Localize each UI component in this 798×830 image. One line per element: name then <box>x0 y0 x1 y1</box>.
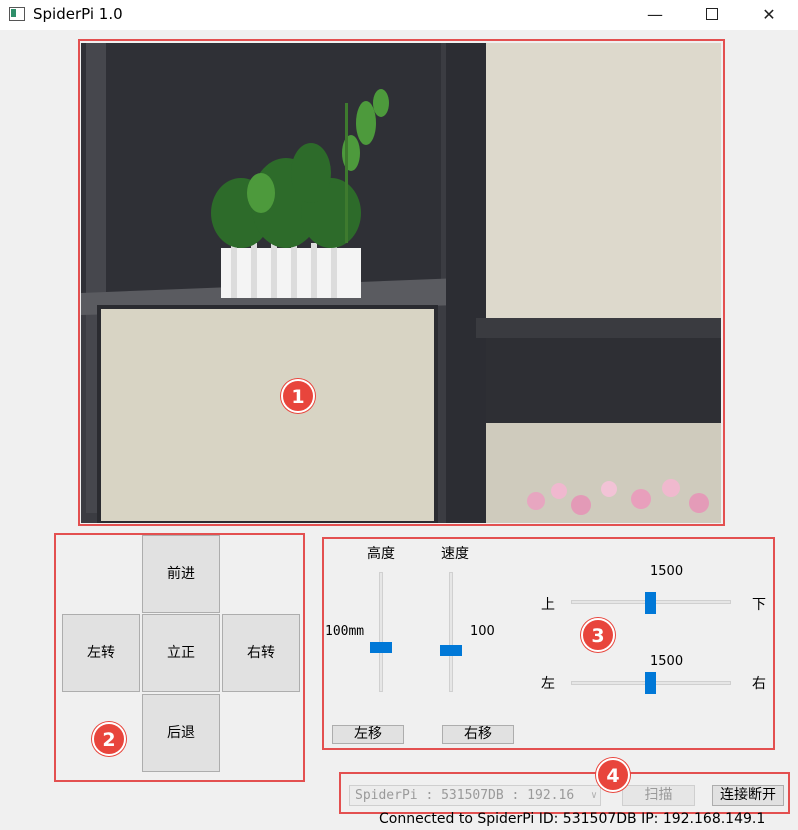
forward-button[interactable]: 前进 <box>142 535 220 613</box>
backward-button[interactable]: 后退 <box>142 694 220 772</box>
device-select-value: SpiderPi : 531507DB : 192.16 <box>355 788 575 803</box>
app-icon <box>9 7 25 21</box>
vertical-max-label: 下 <box>752 597 766 613</box>
speed-slider-track[interactable] <box>449 572 453 692</box>
turn-right-button[interactable]: 右转 <box>222 614 300 692</box>
shift-left-button[interactable]: 左移 <box>332 725 404 744</box>
minimize-button[interactable]: — <box>632 0 678 30</box>
chevron-down-icon: ∨ <box>590 790 597 801</box>
camera-badge: 1 <box>281 379 315 413</box>
vertical-min-label: 上 <box>541 597 555 613</box>
height-slider-track[interactable] <box>379 572 383 692</box>
maximize-button[interactable] <box>689 0 735 30</box>
horizontal-max-label: 右 <box>752 676 766 692</box>
device-select[interactable]: SpiderPi : 531507DB : 192.16 ∨ <box>349 785 601 806</box>
speed-value: 100 <box>470 624 495 639</box>
horizontal-servo-value: 1500 <box>650 654 684 669</box>
shift-right-button[interactable]: 右移 <box>442 725 514 744</box>
horizontal-min-label: 左 <box>541 676 555 692</box>
close-icon: ✕ <box>762 5 776 24</box>
height-label: 高度 <box>367 546 395 562</box>
minimize-icon: — <box>647 5 663 24</box>
height-value: 100mm <box>325 624 365 639</box>
connection-status: Connected to SpiderPi ID: 531507DB IP: 1… <box>379 811 766 827</box>
speed-slider-handle[interactable] <box>440 645 462 656</box>
connect-disconnect-button[interactable]: 连接断开 <box>712 785 784 806</box>
scan-button[interactable]: 扫描 <box>622 785 695 806</box>
stand-button[interactable]: 立正 <box>142 614 220 692</box>
height-slider-handle[interactable] <box>370 642 392 653</box>
speed-label: 速度 <box>441 546 469 562</box>
maximize-icon <box>706 8 718 20</box>
connection-badge: 4 <box>596 758 630 792</box>
close-button[interactable]: ✕ <box>746 0 792 30</box>
vertical-servo-value: 1500 <box>650 564 684 579</box>
sliders-badge: 3 <box>581 618 615 652</box>
turn-left-button[interactable]: 左转 <box>62 614 140 692</box>
camera-view-annotation <box>78 39 725 526</box>
vertical-servo-slider-handle[interactable] <box>645 592 656 614</box>
title-bar: SpiderPi 1.0 — ✕ <box>0 0 798 30</box>
window-title: SpiderPi 1.0 <box>33 5 123 23</box>
horizontal-servo-slider-handle[interactable] <box>645 672 656 694</box>
movement-badge: 2 <box>92 722 126 756</box>
